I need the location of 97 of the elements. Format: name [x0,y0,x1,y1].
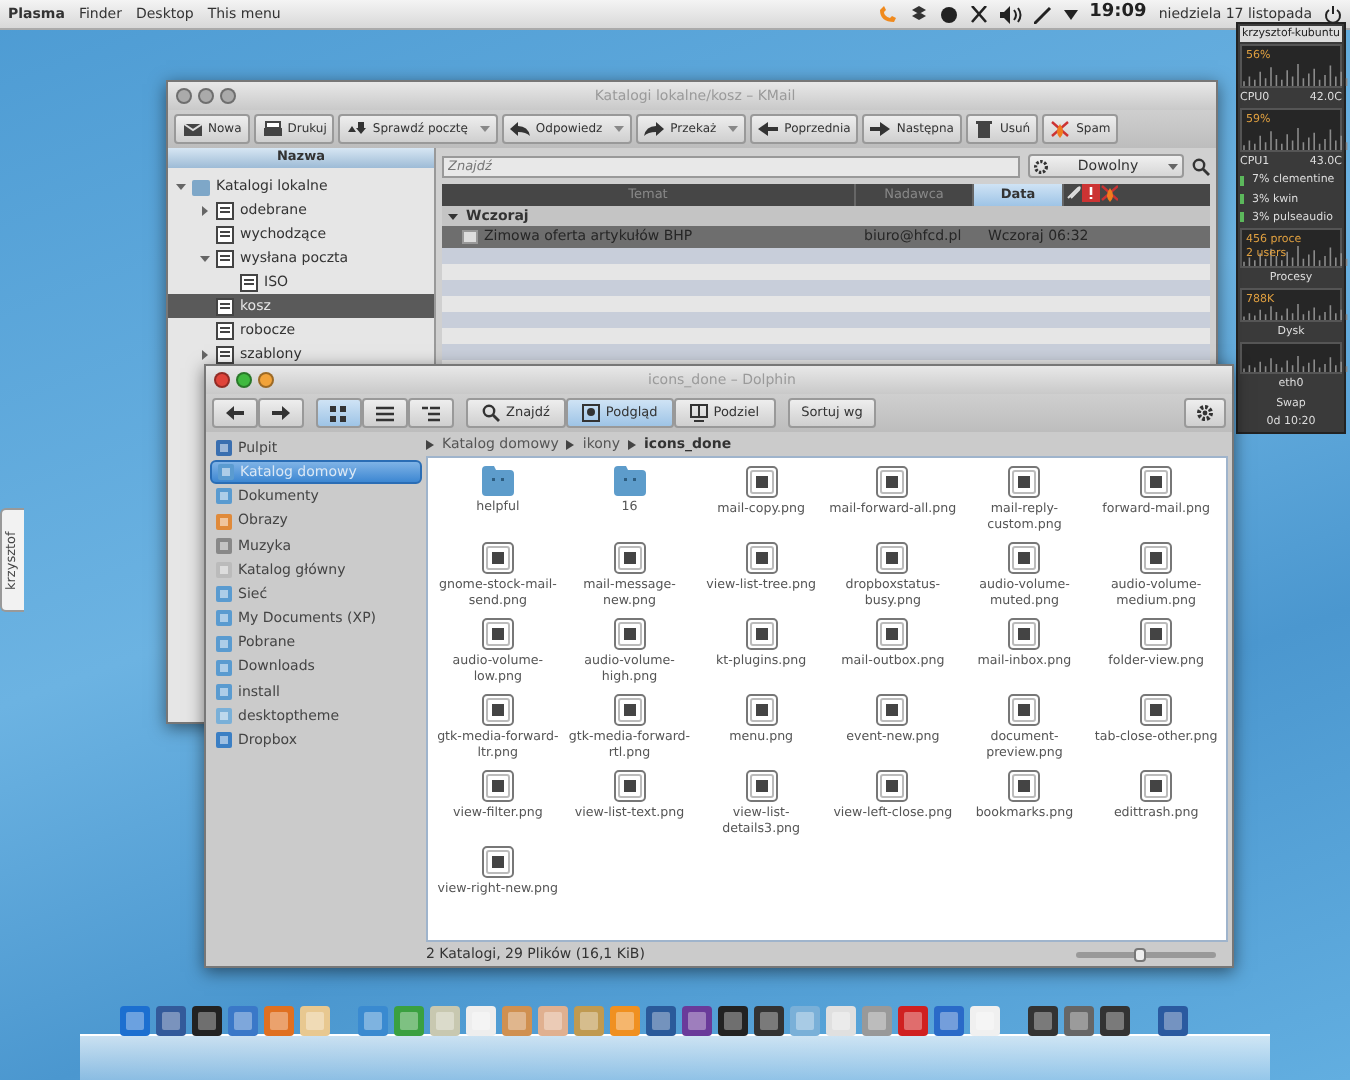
image-file-icon[interactable] [1008,770,1041,803]
image-file-icon[interactable] [876,694,909,727]
image-file-icon[interactable] [1140,770,1173,803]
image-file-icon[interactable] [613,694,646,727]
tree-list-icon [422,405,440,421]
image-file-icon[interactable] [876,542,909,575]
image-file-icon[interactable] [613,770,646,803]
expanded-arrow-icon [200,253,210,263]
graph-bars-drawing [1242,303,1348,320]
collapsed-arrow-icon [200,205,210,215]
grid-icon [330,405,348,421]
image-file-icon[interactable] [481,770,514,803]
circle-icon[interactable] [939,5,958,23]
caret-icon [614,126,625,132]
close-button[interactable] [176,88,192,104]
left-arrow-icon [758,120,779,138]
image-file-icon[interactable] [481,542,514,575]
arrows-icon [346,120,367,138]
zoom-slider[interactable] [1076,951,1216,957]
trash-icon [973,120,994,138]
graph-bars-drawing [1242,64,1348,87]
expanded-arrow-icon [176,181,186,191]
expanded-arrow-icon [448,211,458,221]
image-file-icon[interactable] [1008,618,1041,651]
arrow-icon [426,439,434,449]
graph-bars-drawing [1242,246,1348,266]
image-file-icon[interactable] [745,542,778,575]
image-file-icon[interactable] [1140,466,1173,498]
split-view-icon [689,404,708,422]
search-icon [482,404,500,422]
graph-bars-drawing [1242,128,1348,151]
app-icon[interactable] [718,1006,748,1036]
image-file-icon[interactable] [1140,542,1173,575]
image-file-icon[interactable] [1008,466,1041,498]
image-file-icon[interactable] [745,466,778,498]
arrow-icon [566,439,575,449]
reply-icon [509,120,530,138]
collapsed-arrow-icon [200,349,210,359]
pen-icon[interactable] [1033,5,1052,23]
image-file-icon[interactable] [1140,618,1173,651]
gear-icon [1034,159,1048,173]
envelope-icon [182,120,202,138]
app-icon[interactable] [754,1006,784,1036]
maximize-button[interactable] [236,372,252,388]
view-mode-button[interactable] [362,398,408,428]
image-file-icon[interactable] [613,618,646,651]
image-file-icon[interactable] [481,846,514,879]
exclamation-icon[interactable] [1082,184,1100,202]
caret-icon [728,126,739,132]
image-file-icon[interactable] [481,618,514,651]
flame-icon[interactable] [1100,184,1118,202]
clock-time: 19:09 [1089,0,1147,27]
image-file-icon[interactable] [745,694,778,727]
close-button[interactable] [214,372,230,388]
settings-button[interactable] [1184,398,1226,428]
image-file-icon[interactable] [1140,694,1173,727]
flame-icon [1050,120,1071,138]
image-file-icon[interactable] [1008,542,1041,575]
image-file-icon[interactable] [876,466,909,498]
graph-bars-drawing [1242,356,1348,373]
paperclip-icon[interactable] [1064,184,1082,202]
picture-icon [581,404,600,422]
app-icon[interactable] [1028,1006,1058,1036]
speaker-icon[interactable] [999,5,1022,23]
list-icon [376,405,394,421]
image-file-icon[interactable] [876,770,909,803]
printer-icon [261,120,282,138]
image-file-icon[interactable] [745,770,778,803]
app-icon[interactable] [192,1006,222,1036]
caret-icon [479,126,490,132]
image-file-icon[interactable] [613,542,646,575]
maximize-button[interactable] [198,88,214,104]
caret-icon[interactable] [1063,9,1078,19]
image-file-icon[interactable] [876,618,909,651]
envelope-icon [462,230,478,244]
search-icon[interactable] [1192,157,1210,175]
minimize-button[interactable] [220,88,236,104]
image-file-icon[interactable] [745,618,778,651]
view-mode-button[interactable] [408,398,454,428]
forward-button[interactable] [258,398,304,428]
box-icon[interactable] [909,5,928,23]
scissors-icon[interactable] [969,5,988,23]
slider-thumb[interactable] [1133,947,1146,961]
image-file-icon[interactable] [1008,694,1041,727]
power-icon[interactable] [1324,5,1342,23]
forward-icon [272,406,290,420]
back-button[interactable] [212,398,258,428]
minimize-button[interactable] [258,372,274,388]
settings-icon [1196,404,1214,422]
forward-icon [644,120,665,138]
image-file-icon[interactable] [481,694,514,727]
arrow-icon [628,439,637,449]
caret-icon [1168,163,1178,169]
app-icon[interactable] [1100,1006,1130,1036]
view-mode-button[interactable] [316,398,362,428]
back-icon [226,406,244,420]
right-arrow-icon [870,120,891,138]
